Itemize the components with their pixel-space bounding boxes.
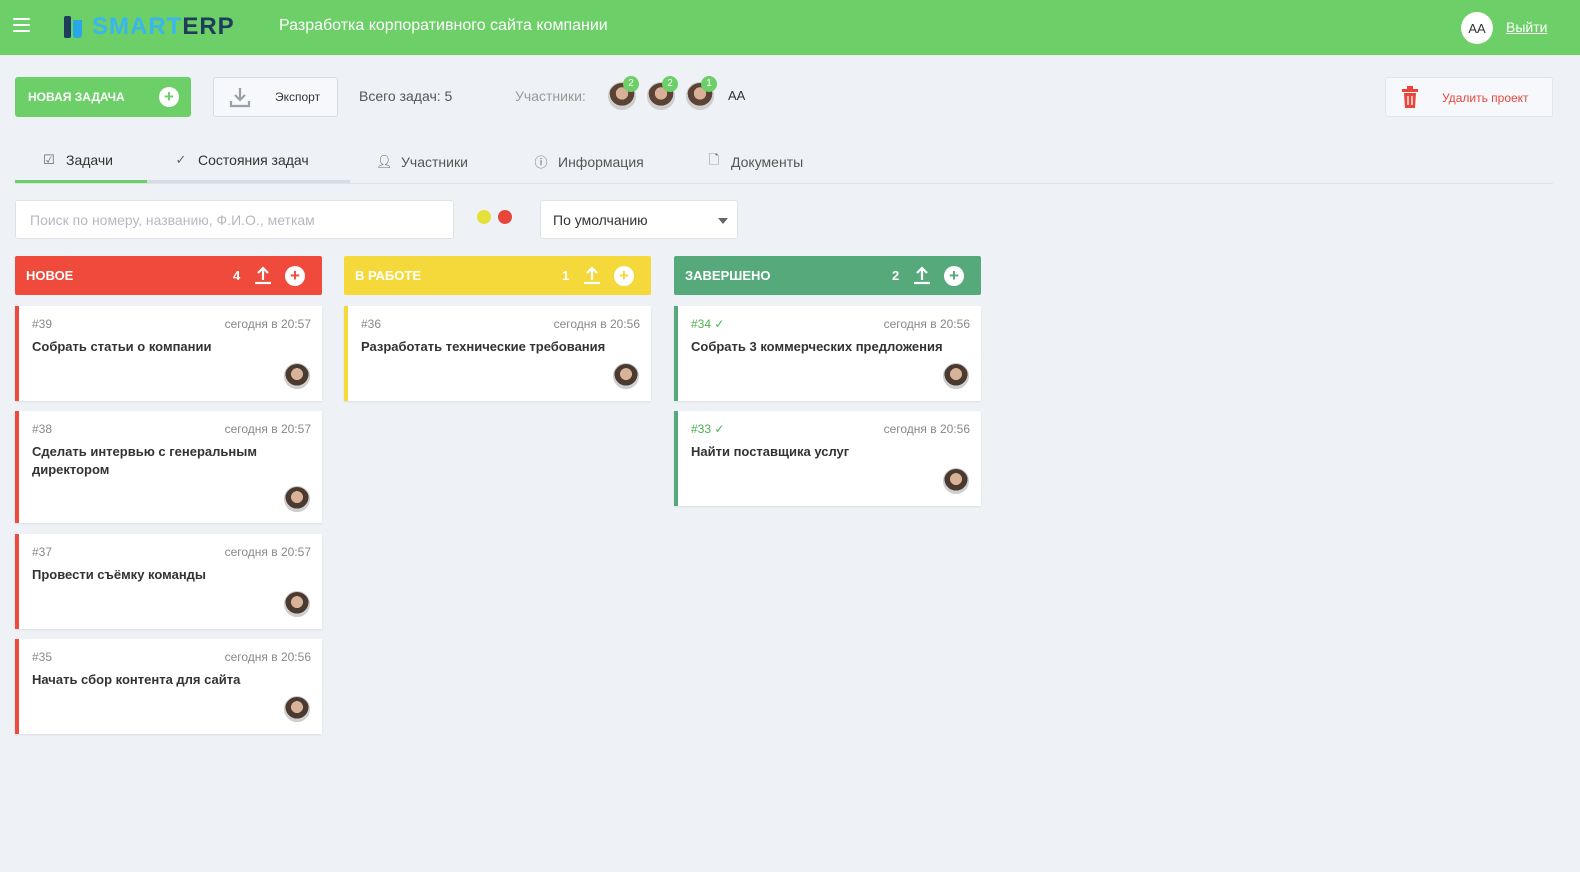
task-title: Собрать 3 коммерческих предложения bbox=[691, 339, 943, 354]
column-count: 1 bbox=[562, 268, 570, 283]
member-avatar[interactable]: 1 bbox=[686, 76, 717, 110]
assignee-avatar bbox=[284, 363, 310, 389]
task-title: Разработать технические требования bbox=[361, 339, 606, 354]
upload-icon[interactable] bbox=[582, 265, 602, 285]
task-title: Собрать статьи о компании bbox=[32, 339, 212, 354]
add-circle-icon[interactable]: + bbox=[285, 266, 305, 286]
column-header-new: НОВОЕ 4 + bbox=[15, 256, 322, 295]
delete-project-button[interactable]: Удалить проект bbox=[1385, 77, 1553, 117]
task-time: сегодня в 20:57 bbox=[224, 317, 311, 331]
task-card[interactable]: #34 ✓ сегодня в 20:56 Собрать 3 коммерче… bbox=[674, 306, 981, 401]
tab-label: Документы bbox=[731, 153, 804, 170]
column-header-in-progress: В РАБОТЕ 1 + bbox=[344, 256, 651, 295]
assignee-avatar bbox=[284, 591, 310, 617]
task-number: #39 bbox=[32, 317, 53, 331]
task-time: сегодня в 20:56 bbox=[883, 317, 970, 331]
new-task-label: НОВАЯ ЗАДАЧА bbox=[28, 90, 125, 104]
assignee-avatar bbox=[284, 486, 310, 512]
tab-label: Участники bbox=[401, 153, 468, 170]
new-task-button[interactable]: НОВАЯ ЗАДАЧА + bbox=[15, 77, 191, 117]
delete-project-label: Удалить проект bbox=[1442, 91, 1529, 105]
task-time: сегодня в 20:56 bbox=[883, 422, 970, 436]
task-number: #38 bbox=[32, 422, 53, 436]
member-initials[interactable]: AA bbox=[728, 88, 745, 103]
info-icon: ⓘ bbox=[534, 155, 548, 170]
plus-circle-icon: + bbox=[159, 87, 179, 107]
tab-bar: ☑ Задачи ✓ Состояния задач 👤︎ Участники … bbox=[15, 140, 1553, 184]
add-circle-icon[interactable]: + bbox=[944, 266, 964, 286]
task-time: сегодня в 20:57 bbox=[224, 422, 311, 436]
tab-documents[interactable]: 🗋︎ Документы bbox=[706, 140, 803, 183]
tab-label: Информация bbox=[558, 153, 644, 170]
assignee-avatar bbox=[613, 363, 639, 389]
user-avatar[interactable]: AA bbox=[1461, 12, 1493, 44]
total-tasks: Всего задач: 5 bbox=[359, 88, 453, 104]
yellow-filter-dot[interactable] bbox=[477, 210, 491, 224]
sort-value: По умолчанию bbox=[553, 212, 648, 228]
trash-icon bbox=[1402, 86, 1418, 108]
task-number: #35 bbox=[32, 650, 53, 664]
red-filter-dot[interactable] bbox=[498, 210, 512, 224]
members-label: Участники: bbox=[515, 88, 586, 104]
task-card[interactable]: #36 сегодня в 20:56 Разработать техничес… bbox=[344, 306, 651, 401]
assignee-avatar bbox=[284, 696, 310, 722]
user-icon: 👤︎ bbox=[376, 153, 393, 169]
task-card[interactable]: #35 сегодня в 20:56 Начать сбор контента… bbox=[15, 639, 322, 734]
tab-label: Задачи bbox=[66, 152, 114, 168]
task-card[interactable]: #37 сегодня в 20:57 Провести съёмку кома… bbox=[15, 534, 322, 629]
task-number: #37 bbox=[32, 545, 53, 559]
tab-information[interactable]: ⓘ Информация bbox=[533, 140, 644, 183]
export-button[interactable]: Экспорт bbox=[213, 77, 338, 117]
column-name: НОВОЕ bbox=[26, 268, 74, 283]
task-time: сегодня в 20:56 bbox=[553, 317, 640, 331]
column-name: В РАБОТЕ bbox=[355, 268, 421, 283]
column-name: ЗАВЕРШЕНО bbox=[685, 268, 771, 283]
task-number: #33 ✓ bbox=[691, 422, 725, 436]
task-number: #36 bbox=[361, 317, 382, 331]
export-label: Экспорт bbox=[275, 90, 321, 104]
sort-select[interactable]: По умолчанию bbox=[540, 200, 738, 239]
task-title: Провести съёмку команды bbox=[32, 567, 207, 582]
logo-text-erp: ERP bbox=[182, 13, 235, 40]
chevron-down-icon bbox=[718, 218, 728, 224]
logout-link[interactable]: Выйти bbox=[1506, 19, 1547, 35]
add-circle-icon[interactable]: + bbox=[614, 266, 634, 286]
tab-task-states[interactable]: ✓ Состояния задач bbox=[147, 140, 350, 183]
tab-tasks[interactable]: ☑ Задачи bbox=[15, 140, 147, 183]
task-card[interactable]: #38 сегодня в 20:57 Сделать интервью с г… bbox=[15, 411, 322, 523]
checkbox-icon: ☑ bbox=[43, 152, 55, 167]
search-input[interactable] bbox=[15, 200, 454, 239]
app-logo[interactable]: SMART ERP bbox=[64, 12, 235, 42]
task-number: #34 ✓ bbox=[691, 317, 725, 331]
task-time: сегодня в 20:56 bbox=[224, 650, 311, 664]
task-title: Начать сбор контента для сайта bbox=[32, 672, 241, 687]
assignee-avatar bbox=[943, 363, 969, 389]
member-avatar[interactable]: 2 bbox=[608, 76, 639, 110]
tab-label: Состояния задач bbox=[198, 152, 309, 168]
document-icon: 🗋︎ bbox=[708, 151, 720, 167]
download-icon bbox=[229, 88, 251, 108]
assignee-avatar bbox=[943, 468, 969, 494]
column-count: 2 bbox=[892, 268, 900, 283]
project-title: Разработка корпоративного сайта компании bbox=[279, 17, 608, 34]
member-badge: 2 bbox=[623, 76, 639, 92]
upload-icon[interactable] bbox=[912, 265, 932, 285]
upload-icon[interactable] bbox=[253, 265, 273, 285]
task-time: сегодня в 20:57 bbox=[224, 545, 311, 559]
member-badge: 1 bbox=[701, 76, 717, 92]
task-title: Сделать интервью с генеральным директоро… bbox=[32, 444, 257, 477]
task-card[interactable]: #39 сегодня в 20:57 Собрать статьи о ком… bbox=[15, 306, 322, 401]
top-bar: SMART ERP Разработка корпоративного сайта… bbox=[0, 0, 1580, 55]
hamburger-menu-icon[interactable] bbox=[13, 18, 30, 32]
column-header-done: ЗАВЕРШЕНО 2 + bbox=[674, 256, 981, 295]
task-title: Найти поставщика услуг bbox=[691, 444, 850, 459]
check-icon: ✓ bbox=[175, 152, 187, 167]
tab-participants[interactable]: 👤︎ Участники bbox=[376, 140, 468, 183]
logo-mark-icon bbox=[64, 16, 84, 38]
logo-text-smart: SMART bbox=[92, 13, 183, 40]
task-card[interactable]: #33 ✓ сегодня в 20:56 Найти поставщика у… bbox=[674, 411, 981, 506]
column-count: 4 bbox=[233, 268, 241, 283]
member-avatar[interactable]: 2 bbox=[647, 76, 678, 110]
member-badge: 2 bbox=[662, 76, 678, 92]
